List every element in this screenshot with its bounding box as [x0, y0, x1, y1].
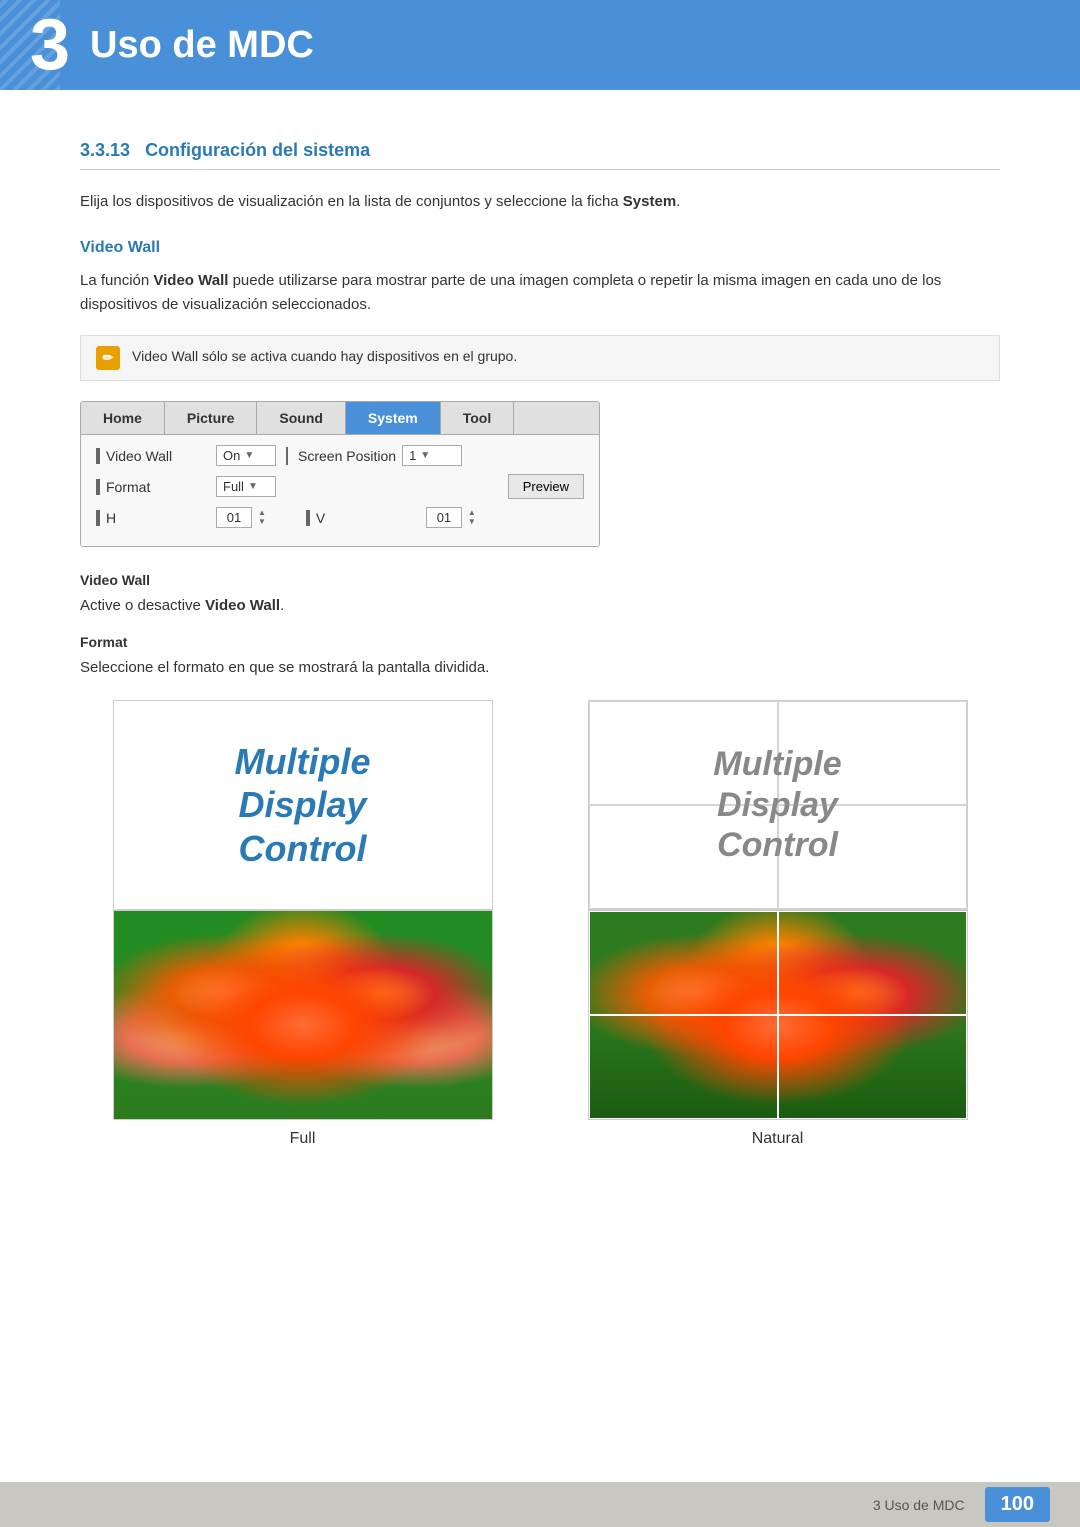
format-full-bottom-image — [113, 910, 493, 1120]
format-arrow: ▼ — [248, 481, 258, 492]
label-bar-h — [96, 510, 100, 526]
format-natural-bottom-image — [588, 910, 968, 1120]
format-value: Full — [223, 479, 244, 494]
format-item-full: MultipleDisplayControl Full — [80, 700, 525, 1148]
v-down[interactable]: ▼ — [468, 518, 476, 526]
flower-quad-1 — [589, 911, 778, 1015]
videowall-value: On — [223, 448, 240, 463]
format-full-top-image: MultipleDisplayControl — [113, 700, 493, 910]
ui-panel: Home Picture Sound System Tool Video Wal… — [80, 401, 600, 547]
natural-label: Natural — [752, 1130, 804, 1148]
label-bar-format — [96, 479, 100, 495]
separator — [286, 447, 288, 465]
h-value: 01 — [216, 507, 252, 528]
footer-text: 3 Uso de MDC — [873, 1497, 965, 1513]
h-control: 01 ▲ ▼ — [216, 507, 266, 528]
h-label: H — [106, 510, 116, 526]
section-heading: 3.3.13 Configuración del sistema — [80, 140, 1000, 170]
format-control: Full ▼ — [216, 476, 276, 497]
v-value: 01 — [426, 507, 462, 528]
note-icon: ✏ — [96, 346, 120, 370]
dropdown-arrow: ▼ — [244, 450, 254, 461]
flower-inner-2 — [778, 912, 966, 1015]
format-sub-title: Format — [80, 634, 1000, 650]
flower-inner-3 — [590, 1015, 778, 1118]
header-bar: 3 Uso de MDC — [0, 0, 1080, 90]
panel-label-format: Format — [96, 479, 216, 495]
full-mdc-text: MultipleDisplayControl — [235, 740, 371, 870]
panel-row-hv: H 01 ▲ ▼ V 01 ▲ — [96, 507, 584, 528]
section-title: Configuración del sistema — [145, 140, 370, 160]
note-box: ✏ Video Wall sólo se activa cuando hay d… — [80, 335, 1000, 381]
full-label: Full — [290, 1130, 316, 1148]
v-control: 01 ▲ ▼ — [426, 507, 476, 528]
intro-paragraph: Elija los dispositivos de visualización … — [80, 190, 1000, 214]
flower-quad-3 — [589, 1015, 778, 1119]
format-dropdown[interactable]: Full ▼ — [216, 476, 276, 497]
videowall-control: On ▼ — [216, 445, 276, 466]
screen-position-label-text: Screen Position — [298, 448, 396, 464]
flower-inner-1 — [590, 912, 778, 1015]
chapter-title: Uso de MDC — [90, 24, 314, 67]
footer-page: 100 — [985, 1487, 1050, 1522]
main-content: 3.3.13 Configuración del sistema Elija l… — [0, 90, 1080, 1228]
videowall-sub-body: Active o desactive Video Wall. — [80, 594, 1000, 618]
flower-full — [114, 911, 492, 1119]
sp-arrow: ▼ — [420, 450, 430, 461]
flower-quad-4 — [778, 1015, 967, 1119]
tab-picture[interactable]: Picture — [165, 402, 257, 434]
v-label: V — [316, 510, 325, 526]
v-up[interactable]: ▲ — [468, 509, 476, 517]
format-label-section: Format Seleccione el formato en que se m… — [80, 634, 1000, 680]
flower-quad-2 — [778, 911, 967, 1015]
panel-row-format: Format Full ▼ Preview — [96, 474, 584, 499]
format-sub-body: Seleccione el formato en que se mostrará… — [80, 656, 1000, 680]
h-spin[interactable]: ▲ ▼ — [258, 509, 266, 526]
tab-sound[interactable]: Sound — [257, 402, 346, 434]
video-wall-description: La función Video Wall puede utilizarse p… — [80, 269, 1000, 317]
screen-position-group: Screen Position 1 ▼ — [298, 445, 462, 466]
videowall-sub-title: Video Wall — [80, 572, 1000, 588]
section-number: 3.3.13 — [80, 140, 130, 160]
format-label-text: Format — [106, 479, 150, 495]
h-up[interactable]: ▲ — [258, 509, 266, 517]
screen-position-dropdown[interactable]: 1 ▼ — [402, 445, 462, 466]
flower-inner-4 — [778, 1015, 966, 1118]
panel-body: Video Wall On ▼ Screen Position 1 ▼ — [81, 435, 599, 546]
tab-system[interactable]: System — [346, 402, 441, 434]
note-text: Video Wall sólo se activa cuando hay dis… — [132, 346, 517, 367]
tab-tool[interactable]: Tool — [441, 402, 515, 434]
preview-button[interactable]: Preview — [508, 474, 584, 499]
format-item-natural: MultipleDisplayControl — [555, 700, 1000, 1148]
panel-row-videowall: Video Wall On ▼ Screen Position 1 ▼ — [96, 445, 584, 466]
flower-natural — [589, 911, 967, 1119]
panel-label-v: V — [306, 510, 426, 526]
videowall-label-section: Video Wall Active o desactive Video Wall… — [80, 572, 1000, 618]
label-bar-icon — [96, 448, 100, 464]
footer: 3 Uso de MDC 100 — [0, 1482, 1080, 1527]
label-bar-v — [306, 510, 310, 526]
tab-bar: Home Picture Sound System Tool — [81, 402, 599, 435]
videowall-label-text: Video Wall — [106, 448, 172, 464]
v-spin[interactable]: ▲ ▼ — [468, 509, 476, 526]
tab-home[interactable]: Home — [81, 402, 165, 434]
chapter-number: 3 — [30, 9, 70, 81]
format-natural-top-image: MultipleDisplayControl — [588, 700, 968, 910]
video-wall-heading: Video Wall — [80, 239, 1000, 257]
screen-position-value: 1 — [409, 448, 416, 463]
panel-label-h: H — [96, 510, 216, 526]
natural-mdc-text: MultipleDisplayControl — [713, 744, 841, 866]
panel-label-videowall: Video Wall — [96, 448, 216, 464]
format-grid: MultipleDisplayControl Full MultipleDisp… — [80, 700, 1000, 1148]
h-down[interactable]: ▼ — [258, 518, 266, 526]
videowall-dropdown[interactable]: On ▼ — [216, 445, 276, 466]
